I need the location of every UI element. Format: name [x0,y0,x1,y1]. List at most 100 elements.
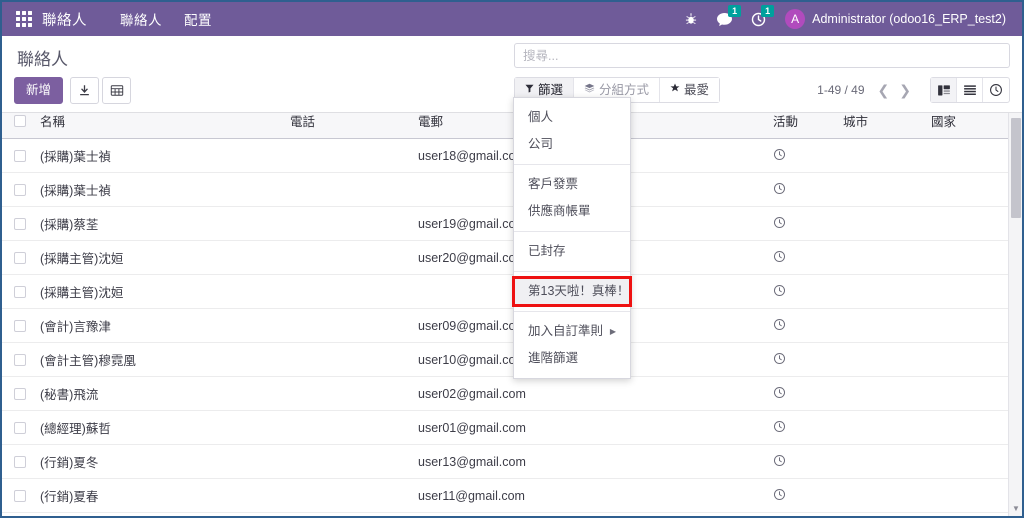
search-bar[interactable] [514,43,1010,68]
pager-previous-icon[interactable]: ❮ [873,83,895,97]
cell-name: (會計)言豫津 [34,308,284,343]
spreadsheet-grid-icon[interactable] [102,77,132,104]
table-row[interactable]: (會計主管)穆霓凰 user10@gmail.com [2,342,1022,377]
nav-item-configuration[interactable]: 配置 [173,3,223,35]
pager-label: 1-49 / 49 [817,83,865,97]
breadcrumb[interactable]: 聯絡人 [14,43,514,77]
table-row[interactable]: (秘書)飛流 user02@gmail.com [2,376,1022,411]
apps-grid-icon[interactable] [16,11,32,27]
row-select-cell [2,172,34,207]
filter-add-custom-filter[interactable]: 加入自訂準則 ▶ [514,318,630,345]
select-all-checkbox[interactable] [14,115,26,128]
navbar-left: 聯絡人 聯絡人 配置 [12,3,223,36]
cell-city [837,308,925,343]
user-menu-label[interactable]: Administrator (odoo16_ERP_test2) [812,12,1006,26]
table-row[interactable]: (會計)言豫津 user09@gmail.com [2,308,1022,343]
row-checkbox[interactable] [14,388,26,401]
vertical-scrollbar[interactable]: ▲ ▼ [1008,102,1022,516]
row-checkbox[interactable] [14,184,26,197]
table-row[interactable]: (採購)蔡荃 user19@gmail.com [2,206,1022,241]
navbar-brand[interactable]: 聯絡人 [42,3,109,36]
view-kanban-button[interactable] [931,78,957,102]
row-checkbox[interactable] [14,252,26,265]
cell-phone [284,240,412,275]
cell-activity-clock-icon[interactable] [767,512,837,516]
cell-city [837,342,925,377]
cell-activity-clock-icon[interactable] [767,138,837,173]
view-list-button[interactable] [957,78,983,102]
cell-country [925,376,1015,411]
cell-city [837,444,925,479]
cell-activity-clock-icon[interactable] [767,274,837,309]
row-checkbox[interactable] [14,150,26,163]
row-checkbox[interactable] [14,218,26,231]
import-download-icon[interactable] [70,77,100,104]
cell-activity-clock-icon[interactable] [767,308,837,343]
table-row[interactable]: (行銷)夏秋 user12@gmail.com [2,512,1022,516]
filter-company[interactable]: 公司 [514,131,630,158]
cell-activity-clock-icon[interactable] [767,206,837,241]
cell-name: (採購)蔡荃 [34,206,284,241]
row-checkbox[interactable] [14,286,26,299]
cell-activity-clock-icon[interactable] [767,376,837,411]
cell-activity-clock-icon[interactable] [767,478,837,513]
filter-customer-invoices[interactable]: 客戶發票 [514,171,630,198]
cell-phone [284,206,412,241]
scrollbar-thumb[interactable] [1011,118,1021,218]
row-checkbox[interactable] [14,456,26,469]
row-checkbox[interactable] [14,354,26,367]
menu-divider [514,164,630,165]
cell-activity-clock-icon[interactable] [767,172,837,207]
cell-name: (採購)葉士禎 [34,172,284,207]
table-row[interactable]: (採購主管)沈姮 user20@gmail.com [2,240,1022,275]
cell-activity-clock-icon[interactable] [767,410,837,445]
filter-vendor-bills[interactable]: 供應商帳單 [514,198,630,225]
filter-individual[interactable]: 個人 [514,104,630,131]
cell-name: (會計主管)穆霓凰 [34,342,284,377]
table-row[interactable]: (行銷)夏春 user11@gmail.com [2,478,1022,513]
nav-item-contacts[interactable]: 聯絡人 [109,3,173,35]
table-row[interactable]: (採購主管)沈姮 [2,274,1022,309]
cell-activity-clock-icon[interactable] [767,444,837,479]
filter-advanced[interactable]: 進階篩選 [514,345,630,372]
filter-archived[interactable]: 已封存 [514,238,630,265]
cell-phone [284,512,412,516]
new-button[interactable]: 新增 [14,77,64,104]
avatar[interactable]: A [785,9,806,29]
menu-item-label: 客戶發票 [528,177,579,191]
cell-country [925,206,1015,241]
cell-activity-clock-icon[interactable] [767,342,837,377]
chevron-right-icon: ▶ [609,327,616,336]
row-checkbox[interactable] [14,422,26,435]
row-select-cell [2,512,34,516]
table-row[interactable]: (總經理)蘇哲 user01@gmail.com [2,410,1022,445]
filter-custom-day13[interactable]: 第13天啦！真棒！ [512,276,632,307]
messages-icon[interactable]: 1 [707,4,742,27]
cell-country [925,342,1015,377]
search-input[interactable] [523,48,1001,63]
cell-city [837,240,925,275]
menu-divider [514,271,630,272]
control-panel: 聯絡人 新增 搜尋... 篩選 分組方式 最愛 1-49 / 49 ❮ ❯ [2,36,1022,113]
row-select-cell [2,206,34,241]
row-checkbox[interactable] [14,490,26,503]
pager-next-icon[interactable]: ❯ [894,83,916,97]
cell-phone [284,138,412,173]
activities-badge: 1 [761,4,775,17]
table-row[interactable]: (採購)葉士禎 user18@gmail.com [2,138,1022,173]
view-activity-button[interactable] [983,78,1009,102]
messages-badge: 1 [728,4,742,17]
activities-icon[interactable]: 1 [742,4,775,27]
row-select-cell [2,478,34,513]
cell-name: (採購主管)沈姮 [34,240,284,275]
cell-country [925,172,1015,207]
table-row[interactable]: (採購)葉士禎 [2,172,1022,207]
row-select-cell [2,376,34,411]
favorites-dropdown-button[interactable]: 最愛 [660,78,720,102]
cell-country [925,274,1015,309]
table-row[interactable]: (行銷)夏冬 user13@gmail.com [2,444,1022,479]
scroll-down-icon[interactable]: ▼ [1009,501,1022,516]
cell-activity-clock-icon[interactable] [767,240,837,275]
row-checkbox[interactable] [14,320,26,333]
bug-icon[interactable] [675,12,707,26]
